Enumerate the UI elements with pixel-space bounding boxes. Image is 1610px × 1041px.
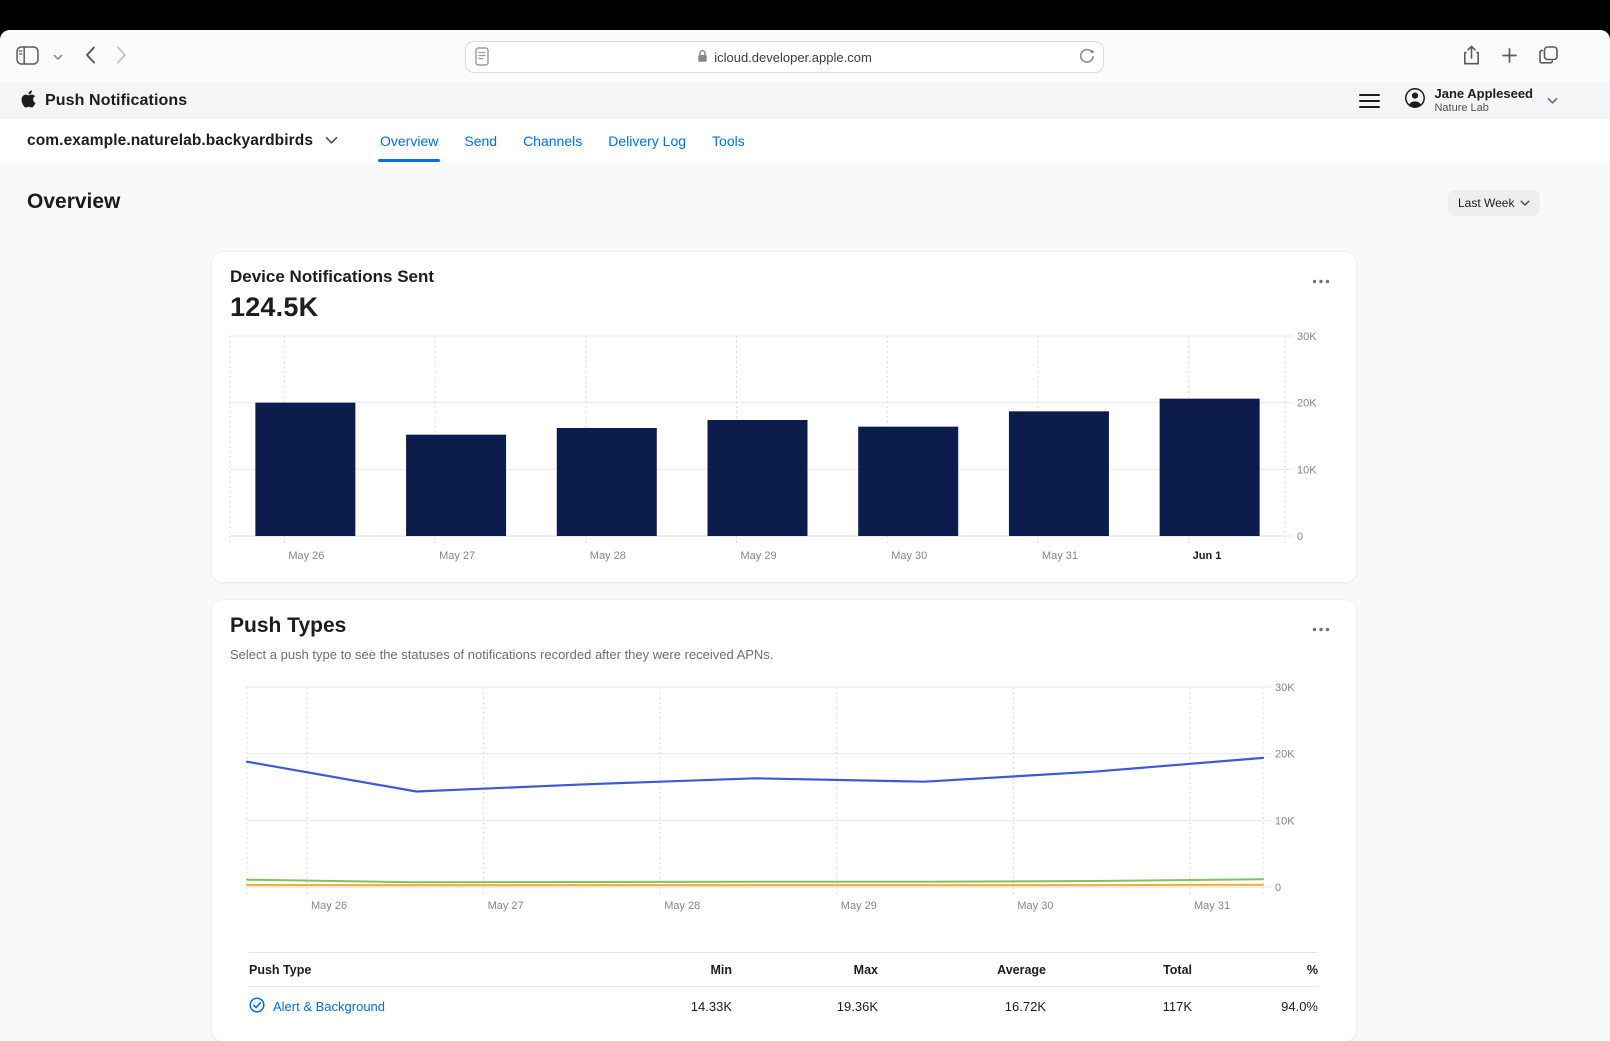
tab-overview[interactable]: Overview bbox=[380, 119, 438, 162]
share-button[interactable] bbox=[1463, 45, 1480, 69]
reader-icon[interactable] bbox=[475, 47, 489, 71]
line-series-alert-background[interactable] bbox=[247, 758, 1263, 792]
page-title: Overview bbox=[27, 190, 120, 214]
user-org: Nature Lab bbox=[1434, 102, 1533, 115]
y-axis-label: 30K bbox=[1275, 682, 1295, 694]
tab-overview-icon bbox=[1539, 46, 1558, 67]
x-axis-label: May 29 bbox=[841, 900, 877, 912]
x-axis-label: May 27 bbox=[439, 550, 475, 562]
new-tab-button[interactable] bbox=[1502, 48, 1517, 66]
y-axis-label: 10K bbox=[1275, 815, 1295, 827]
x-axis-label: May 27 bbox=[488, 900, 524, 912]
share-icon bbox=[1463, 45, 1480, 69]
tab-send[interactable]: Send bbox=[464, 119, 497, 162]
lock-icon bbox=[697, 49, 708, 66]
sidebar-menu-button[interactable] bbox=[53, 49, 63, 64]
table-header-row: Push TypeMinMaxAverageTotal% bbox=[249, 952, 1318, 987]
table-cell: 94.0% bbox=[1192, 999, 1318, 1014]
x-axis-label: May 31 bbox=[1194, 900, 1230, 912]
user-name: Jane Appleseed bbox=[1434, 87, 1533, 102]
y-axis-label: 0 bbox=[1297, 531, 1303, 543]
date-range-button[interactable]: Last Week bbox=[1448, 190, 1540, 216]
address-bar[interactable]: icloud.developer.apple.com bbox=[465, 41, 1104, 73]
hamburger-menu-icon bbox=[1359, 94, 1380, 108]
tab-delivery-log[interactable]: Delivery Log bbox=[608, 119, 686, 162]
bar-may-27[interactable] bbox=[406, 435, 506, 536]
bar-jun-1[interactable] bbox=[1160, 399, 1260, 536]
x-axis-label: May 30 bbox=[891, 550, 927, 562]
reload-icon bbox=[1078, 48, 1095, 70]
bar-may-26[interactable] bbox=[255, 403, 355, 536]
avatar bbox=[1404, 87, 1426, 114]
x-axis-label: May 29 bbox=[741, 550, 777, 562]
x-axis-label: May 28 bbox=[590, 550, 626, 562]
column-header-average: Average bbox=[878, 963, 1046, 977]
bar-may-31[interactable] bbox=[1009, 411, 1109, 536]
table-cell: 19.36K bbox=[732, 999, 878, 1014]
browser-toolbar: icloud.developer.apple.com bbox=[0, 30, 1610, 84]
reload-button[interactable] bbox=[1078, 48, 1095, 70]
tab-channels[interactable]: Channels bbox=[523, 119, 582, 162]
device-notifications-card: Device Notifications Sent 124.5K 010K20K… bbox=[212, 252, 1356, 582]
x-axis-label: May 26 bbox=[288, 550, 324, 562]
bundle-selector[interactable]: com.example.naturelab.backyardbirds bbox=[27, 119, 338, 162]
x-axis-label: May 31 bbox=[1042, 550, 1078, 562]
bar-may-29[interactable] bbox=[708, 420, 808, 536]
apple-logo-icon bbox=[20, 89, 37, 114]
app-nav: com.example.naturelab.backyardbirds Over… bbox=[0, 119, 1610, 163]
chevron-down-icon bbox=[1520, 196, 1530, 210]
chevron-down-icon bbox=[1547, 92, 1558, 110]
menu-button[interactable] bbox=[1359, 94, 1380, 108]
column-header-push-type: Push Type bbox=[249, 963, 586, 977]
device-notifications-bar-chart: 0 10K 20K 30K May 26 May 27 May 28 May 29 May 30… bbox=[212, 252, 1356, 582]
y-axis-label: 20K bbox=[1297, 398, 1317, 410]
tab-tools[interactable]: Tools bbox=[712, 119, 745, 162]
x-axis-label: May 30 bbox=[1017, 900, 1053, 912]
sidebar-icon bbox=[16, 46, 39, 68]
chevron-down-icon bbox=[325, 132, 338, 150]
push-types-table: Push TypeMinMaxAverageTotal%Alert & Back… bbox=[249, 952, 1318, 1025]
table-row: Alert & Background 14.33K19.36K16.72K117K… bbox=[249, 987, 1318, 1025]
push-types-line-chart: 0 10K 20K 30K May 26 May 27 May 28 May 29 May 30… bbox=[212, 600, 1356, 930]
table-cell: 16.72K bbox=[878, 999, 1046, 1014]
tab-bar: Overview Send Channels Delivery Log Tools bbox=[380, 119, 745, 162]
x-axis-label: May 26 bbox=[311, 900, 347, 912]
y-axis-label: 0 bbox=[1275, 882, 1281, 894]
address-text: icloud.developer.apple.com bbox=[714, 50, 872, 65]
column-header--: % bbox=[1192, 963, 1318, 977]
tab-overview-button[interactable] bbox=[1539, 46, 1558, 67]
safari-window: icloud.developer.apple.com bbox=[0, 30, 1610, 1041]
table-cell: 117K bbox=[1046, 999, 1192, 1014]
new-tab-icon bbox=[1502, 48, 1517, 66]
column-header-total: Total bbox=[1046, 963, 1192, 977]
column-header-min: Min bbox=[586, 963, 732, 977]
back-icon bbox=[85, 46, 96, 67]
bundle-id: com.example.naturelab.backyardbirds bbox=[27, 132, 313, 150]
chevron-down-icon bbox=[53, 49, 63, 64]
sidebar-toggle-button[interactable] bbox=[16, 46, 39, 68]
y-axis-label: 10K bbox=[1297, 464, 1317, 476]
user-menu[interactable]: Jane Appleseed Nature Lab bbox=[1404, 87, 1558, 115]
app-title: Push Notifications bbox=[45, 92, 187, 110]
push-type-link[interactable]: Alert & Background bbox=[273, 999, 385, 1014]
column-header-max: Max bbox=[732, 963, 878, 977]
forward-button[interactable] bbox=[116, 46, 127, 67]
push-types-card: Push Types Select a push type to see the… bbox=[212, 600, 1356, 1041]
line-series-1[interactable] bbox=[247, 879, 1263, 882]
checkmark-circle-icon bbox=[249, 997, 265, 1016]
back-button[interactable] bbox=[85, 46, 96, 67]
bar-may-28[interactable] bbox=[557, 428, 657, 536]
x-axis-label: Jun 1 bbox=[1193, 550, 1222, 562]
y-axis-label: 30K bbox=[1297, 331, 1317, 343]
x-axis-label: May 28 bbox=[664, 900, 700, 912]
y-axis-label: 20K bbox=[1275, 749, 1295, 761]
bar-may-30[interactable] bbox=[858, 427, 958, 536]
forward-icon bbox=[116, 46, 127, 67]
screen: icloud.developer.apple.com bbox=[0, 0, 1610, 1041]
app-header: Push Notifications Jane Appleseed Nature… bbox=[0, 83, 1610, 119]
table-cell: 14.33K bbox=[586, 999, 732, 1014]
date-range-label: Last Week bbox=[1458, 196, 1514, 210]
